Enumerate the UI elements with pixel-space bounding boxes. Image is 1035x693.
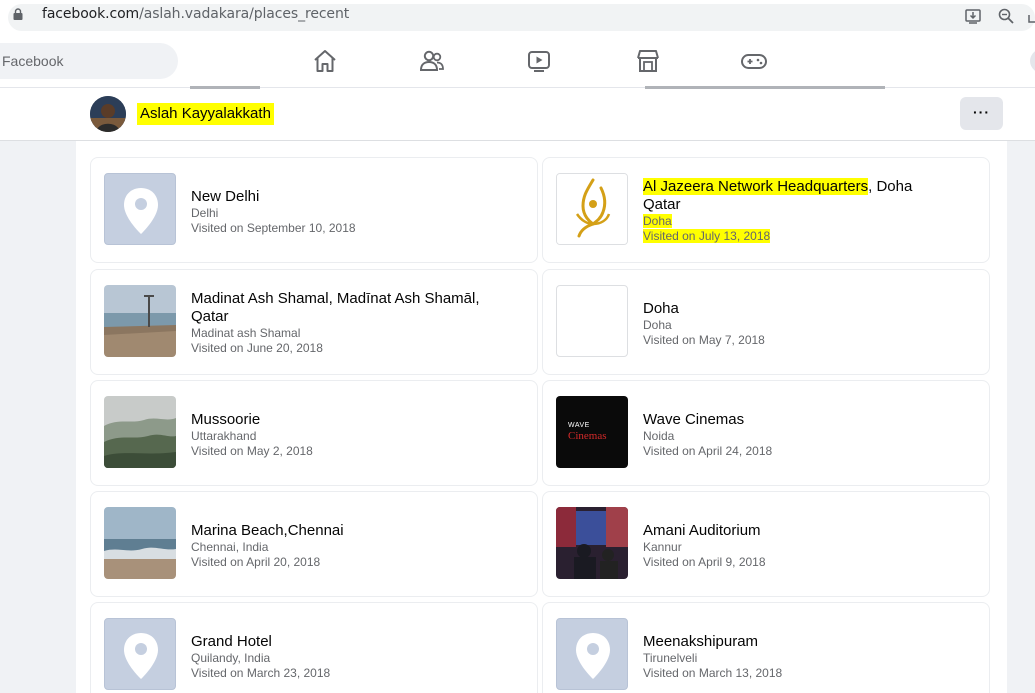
map-pin-icon bbox=[576, 633, 610, 679]
place-title[interactable]: Wave Cinemas bbox=[643, 411, 973, 429]
misty-hills-photo bbox=[104, 396, 176, 468]
place-visited-date: Visited on March 23, 2018 bbox=[191, 666, 331, 680]
map-pin-icon bbox=[124, 188, 158, 234]
place-card[interactable]: Amani Auditorium Kannur Visited on April… bbox=[542, 491, 990, 597]
place-title[interactable]: Madinat Ash Shamal, Madīnat Ash Shamāl, bbox=[191, 290, 521, 308]
place-location: Tirunelveli bbox=[643, 651, 698, 665]
place-card[interactable]: Meenakshipuram Tirunelveli Visited on Ma… bbox=[542, 602, 990, 693]
place-visited-date: Visited on June 20, 2018 bbox=[191, 341, 323, 355]
place-title-line2[interactable]: Qatar bbox=[643, 196, 973, 214]
place-location: Uttarakhand bbox=[191, 429, 257, 443]
place-thumbnail bbox=[556, 173, 628, 245]
place-visited-date: Visited on July 13, 2018 bbox=[643, 229, 771, 243]
place-location: Madinat ash Shamal bbox=[191, 326, 301, 340]
place-visited-date: Visited on May 7, 2018 bbox=[643, 333, 765, 347]
place-title[interactable]: New Delhi bbox=[191, 188, 521, 206]
place-card[interactable]: WAVE Cinemas Wave Cinemas Noida Visited … bbox=[542, 380, 990, 486]
place-location: Doha bbox=[643, 318, 672, 332]
place-card[interactable]: Al Jazeera Network Headquarters, Doha Qa… bbox=[542, 157, 990, 263]
auditorium-photo bbox=[556, 507, 628, 579]
place-title[interactable]: Amani Auditorium bbox=[643, 522, 973, 540]
place-thumbnail bbox=[104, 285, 176, 357]
place-location: Noida bbox=[643, 429, 675, 443]
place-card[interactable]: Marina Beach,Chennai Chennai, India Visi… bbox=[90, 491, 538, 597]
place-title[interactable]: Marina Beach,Chennai bbox=[191, 522, 521, 540]
aljazeera-logo-icon bbox=[557, 174, 627, 244]
place-thumbnail bbox=[104, 507, 176, 579]
place-visited-date: Visited on April 9, 2018 bbox=[643, 555, 766, 569]
place-card[interactable]: Grand Hotel Quilandy, India Visited on M… bbox=[90, 602, 538, 693]
more-options-button[interactable]: ··· bbox=[960, 97, 1003, 130]
place-card[interactable]: New Delhi Delhi Visited on September 10,… bbox=[90, 157, 538, 263]
account-menu-button[interactable] bbox=[1030, 48, 1035, 74]
seafront-photo bbox=[104, 285, 176, 357]
place-title-line2[interactable]: Qatar bbox=[191, 308, 521, 326]
browser-toolbar: facebook.com/aslah.vadakara/places_recen… bbox=[0, 0, 1035, 34]
scrolled-content-edge bbox=[190, 86, 885, 89]
place-location: Kannur bbox=[643, 540, 682, 554]
marketplace-icon[interactable] bbox=[634, 48, 662, 74]
place-visited-date: Visited on April 24, 2018 bbox=[643, 444, 773, 458]
place-card[interactable]: Mussoorie Uttarakhand Visited on May 2, … bbox=[90, 380, 538, 486]
facebook-nav-bar: Facebook bbox=[0, 34, 1035, 88]
url-host: facebook.com bbox=[42, 6, 140, 22]
zoom-icon[interactable] bbox=[997, 7, 1015, 25]
places-panel: New Delhi Delhi Visited on September 10,… bbox=[76, 141, 1007, 693]
place-thumbnail bbox=[556, 618, 628, 690]
place-title-highlighted: Al Jazeera Network Headquarters bbox=[643, 178, 869, 195]
place-title[interactable]: Doha bbox=[643, 300, 973, 318]
place-card[interactable]: Madinat Ash Shamal, Madīnat Ash Shamāl, … bbox=[90, 269, 538, 375]
watch-icon[interactable] bbox=[525, 48, 553, 74]
place-title[interactable]: Mussoorie bbox=[191, 411, 521, 429]
place-title[interactable]: Meenakshipuram bbox=[643, 633, 973, 651]
url-path: /aslah.vadakara/places_recent bbox=[139, 6, 350, 22]
friends-icon[interactable] bbox=[418, 48, 446, 74]
wave-cinemas-logo-top: WAVE bbox=[568, 422, 590, 429]
place-visited-date: Visited on May 2, 2018 bbox=[191, 444, 313, 458]
place-location: Quilandy, India bbox=[191, 651, 271, 665]
url-text[interactable]: facebook.com/aslah.vadakara/places_recen… bbox=[42, 6, 349, 22]
avatar[interactable] bbox=[90, 96, 126, 132]
place-title[interactable]: Grand Hotel bbox=[191, 633, 521, 651]
beach-photo bbox=[104, 507, 176, 579]
place-thumbnail bbox=[104, 173, 176, 245]
wave-cinemas-logo-bottom: Cinemas bbox=[568, 430, 607, 442]
share-icon[interactable] bbox=[1025, 7, 1035, 25]
place-visited-date: Visited on September 10, 2018 bbox=[191, 221, 356, 235]
place-thumbnail bbox=[556, 285, 628, 357]
avatar-photo bbox=[90, 96, 126, 132]
search-placeholder: Facebook bbox=[2, 53, 64, 69]
place-thumbnail bbox=[104, 396, 176, 468]
lock-icon[interactable] bbox=[13, 8, 23, 20]
place-location: Chennai, India bbox=[191, 540, 269, 554]
place-thumbnail bbox=[104, 618, 176, 690]
gaming-icon[interactable] bbox=[740, 48, 768, 74]
profile-name[interactable]: Aslah Kayyalakkath bbox=[137, 103, 274, 125]
place-thumbnail bbox=[556, 507, 628, 579]
place-card[interactable]: Doha Doha Visited on May 7, 2018 bbox=[542, 269, 990, 375]
map-pin-icon bbox=[124, 633, 158, 679]
home-icon[interactable] bbox=[311, 48, 339, 74]
install-icon[interactable] bbox=[964, 7, 982, 25]
place-location: Delhi bbox=[191, 206, 219, 220]
place-title[interactable]: Al Jazeera Network Headquarters, Doha bbox=[643, 178, 973, 196]
place-title-rest: , Doha bbox=[868, 178, 913, 195]
place-visited-date: Visited on April 20, 2018 bbox=[191, 555, 321, 569]
place-visited-date: Visited on March 13, 2018 bbox=[643, 666, 783, 680]
place-thumbnail: WAVE Cinemas bbox=[556, 396, 628, 468]
place-location: Doha bbox=[643, 214, 672, 228]
search-input[interactable]: Facebook bbox=[0, 43, 178, 79]
